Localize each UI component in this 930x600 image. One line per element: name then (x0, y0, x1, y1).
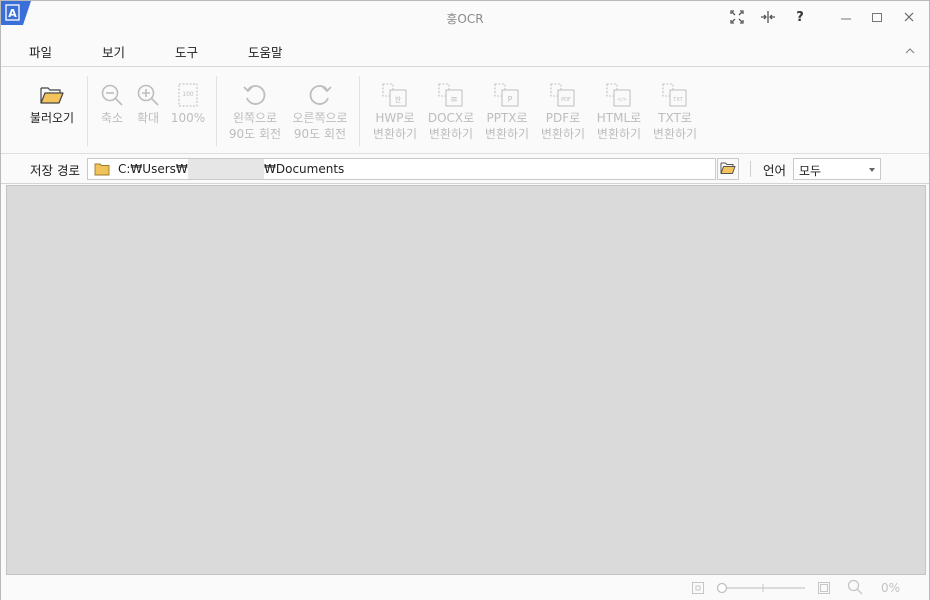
rotate-left-label-1: 왼쪽으로 (232, 111, 278, 125)
language-select-value: 모두 (799, 164, 822, 178)
convert-hwp-label-2: 변환하기 (372, 127, 418, 141)
rotate-right-label-1: 오른쪽으로 (292, 111, 348, 125)
convert-docx-label-2: 변환하기 (428, 127, 474, 141)
zoom-out-button[interactable]: 축소 (99, 80, 125, 126)
convert-pdf-label-2: 변환하기 (540, 127, 586, 141)
folder-open-icon (40, 80, 64, 110)
convert-html-label-1: HTML로 (596, 111, 642, 125)
convert-txt-button[interactable]: TXT TXT로 변환하기 (649, 80, 701, 142)
menu-file[interactable]: 파일 (29, 42, 52, 61)
convert-docx-button[interactable]: ≡ DOCX로 변환하기 (425, 80, 477, 142)
rotate-left-button[interactable]: 왼쪽으로 90도 회전 (227, 80, 283, 142)
menu-bar: 파일 보기 도구 도움말 (1, 35, 929, 67)
browse-folder-button[interactable] (717, 158, 739, 180)
pptx-icon-text: P (508, 95, 513, 104)
status-bar: 0% (1, 576, 929, 600)
convert-txt-label-1: TXT로 (658, 111, 692, 125)
convert-txt-label-2: 변환하기 (652, 127, 698, 141)
help-icon[interactable]: ? (789, 7, 811, 27)
menu-help[interactable]: 도움말 (248, 42, 283, 61)
zoom-out-icon (100, 80, 124, 110)
zoom-slider[interactable] (715, 581, 807, 598)
path-row-divider (750, 161, 751, 177)
convert-hwp-button[interactable]: 한 HWP로 변환하기 (369, 80, 421, 142)
maximize-icon[interactable] (866, 7, 888, 27)
convert-pdf-label-1: PDF로 (545, 111, 581, 125)
pdf-file-icon: PDF (549, 80, 577, 110)
collapse-ribbon-icon[interactable] (905, 44, 915, 58)
zoom-search-icon[interactable] (847, 579, 863, 598)
zoom-percent: 0% (881, 581, 901, 595)
actual-size-icon-text: 100 (182, 91, 194, 98)
fullscreen-icon[interactable] (726, 7, 748, 27)
convert-pdf-button[interactable]: PDF PDF로 변환하기 (537, 80, 589, 142)
zoom-out-label: 축소 (100, 111, 124, 125)
menu-view[interactable]: 보기 (102, 42, 125, 61)
zoom-in-label: 확대 (136, 111, 160, 125)
actual-size-label: 100% (170, 111, 206, 125)
convert-docx-label-1: DOCX로 (427, 111, 475, 125)
rotate-left-label-2: 90도 회전 (228, 127, 282, 141)
fit-page-large-icon[interactable] (817, 581, 831, 598)
app-window: A 훙OCR ? 파일 보기 도구 도움말 불러오기 축소 확대 100 100… (0, 0, 930, 600)
open-label: 불러오기 (29, 111, 75, 125)
docx-file-icon: ≡ (437, 80, 465, 110)
folder-open-icon (720, 161, 736, 178)
save-path-prefix: C:₩Users₩ (118, 162, 188, 176)
convert-pptx-label-1: PPTX로 (486, 111, 528, 125)
redacted-username (188, 159, 264, 179)
hwp-file-icon: 한 (381, 80, 409, 110)
actual-size-button[interactable]: 100 100% (171, 80, 205, 126)
fit-page-small-icon[interactable] (691, 581, 705, 598)
save-path-label: 저장 경로 (30, 163, 80, 178)
convert-html-label-2: 변환하기 (596, 127, 642, 141)
save-path-field[interactable]: C:₩Users₩ ₩Documents (87, 158, 716, 180)
pptx-file-icon: P (493, 80, 521, 110)
docx-icon-text: ≡ (450, 95, 458, 105)
toolbar-divider (359, 76, 360, 146)
rotate-right-label-2: 90도 회전 (293, 127, 347, 141)
minimize-icon[interactable] (835, 7, 857, 27)
rotate-right-button[interactable]: 오른쪽으로 90도 회전 (290, 80, 350, 142)
document-canvas[interactable] (6, 185, 926, 575)
convert-html-button[interactable]: </> HTML로 변환하기 (593, 80, 645, 142)
menu-tools[interactable]: 도구 (175, 42, 198, 61)
convert-pptx-button[interactable]: P PPTX로 변환하기 (481, 80, 533, 142)
convert-hwp-label-1: HWP로 (375, 111, 415, 125)
chevron-down-icon (869, 168, 875, 172)
language-select[interactable]: 모두 (793, 158, 881, 180)
folder-icon (94, 162, 110, 179)
fit-width-icon[interactable] (757, 7, 779, 27)
rotate-right-icon (307, 80, 333, 110)
language-label: 언어 (763, 163, 787, 178)
title-bar: A 훙OCR ? (1, 1, 929, 35)
save-path-row: 저장 경로 C:₩Users₩ ₩Documents 언어 모두 (1, 154, 929, 184)
actual-size-icon: 100 (176, 80, 200, 110)
close-icon[interactable] (898, 7, 920, 27)
toolbar-divider (87, 76, 88, 146)
toolbar-divider (216, 76, 217, 146)
txt-file-icon: TXT (661, 80, 689, 110)
convert-pptx-label-2: 변환하기 (484, 127, 530, 141)
html-icon-text: </> (617, 97, 627, 103)
hwp-icon-text: 한 (395, 96, 402, 104)
zoom-in-button[interactable]: 확대 (135, 80, 161, 126)
save-path-suffix: ₩Documents (264, 162, 345, 176)
rotate-left-icon (242, 80, 268, 110)
zoom-in-icon (136, 80, 160, 110)
open-button[interactable]: 불러오기 (29, 80, 75, 126)
txt-icon-text: TXT (672, 97, 683, 103)
pdf-icon-text: PDF (561, 97, 571, 103)
html-file-icon: </> (605, 80, 633, 110)
ribbon-toolbar: 불러오기 축소 확대 100 100% 왼쪽으로 90도 회전 오른쪽으로 90… (1, 68, 929, 154)
